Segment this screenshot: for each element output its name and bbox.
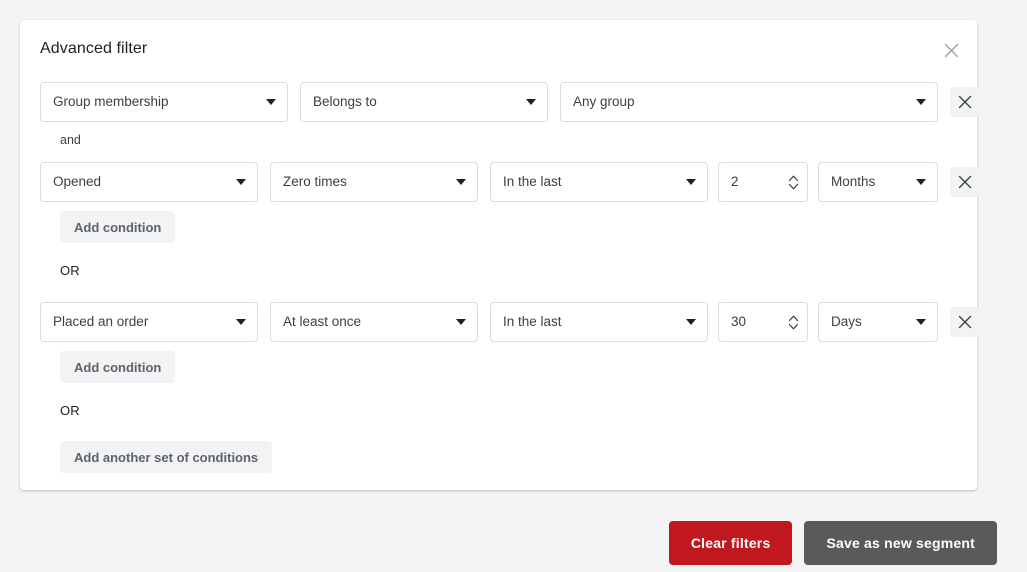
- condition-field-frequency[interactable]: At least once: [270, 302, 478, 342]
- add-another-set-button[interactable]: Add another set of conditions: [60, 441, 273, 473]
- field-value: Opened: [53, 174, 102, 189]
- close-icon[interactable]: [939, 38, 963, 62]
- remove-condition-button[interactable]: [950, 87, 980, 117]
- condition-field-frequency[interactable]: Zero times: [270, 162, 478, 202]
- condition-field-unit[interactable]: Days: [818, 302, 938, 342]
- condition-connector-and: and: [60, 133, 81, 147]
- chevron-down-icon: [235, 176, 247, 188]
- advanced-filter-page: Advanced filter Group membership Belongs…: [0, 0, 1027, 572]
- field-value: Months: [831, 174, 876, 189]
- add-condition-button[interactable]: Add condition: [60, 351, 176, 383]
- condition-row: Placed an order At least once In the las…: [40, 302, 980, 342]
- group-connector-or: OR: [60, 263, 80, 278]
- group-connector-or: OR: [60, 403, 80, 418]
- chevron-down-icon: [455, 176, 467, 188]
- dialog-footer: Clear filters Save as new segment: [0, 520, 1027, 566]
- field-value: Placed an order: [53, 314, 149, 329]
- save-as-new-segment-button[interactable]: Save as new segment: [804, 521, 997, 565]
- field-value: Any group: [573, 94, 635, 109]
- condition-field-attribute[interactable]: Opened: [40, 162, 258, 202]
- condition-row: Opened Zero times In the last 2 Months: [40, 162, 980, 202]
- field-value: In the last: [503, 314, 562, 329]
- chevron-down-icon: [455, 316, 467, 328]
- condition-field-unit[interactable]: Months: [818, 162, 938, 202]
- stepper-updown-icon[interactable]: [787, 174, 799, 190]
- chevron-down-icon: [525, 96, 537, 108]
- add-condition-button[interactable]: Add condition: [60, 211, 176, 243]
- field-value: At least once: [283, 314, 362, 329]
- field-value: Belongs to: [313, 94, 377, 109]
- remove-condition-button[interactable]: [950, 167, 980, 197]
- condition-field-operator[interactable]: Belongs to: [300, 82, 548, 122]
- field-value: Zero times: [283, 174, 347, 189]
- condition-field-attribute[interactable]: Group membership: [40, 82, 288, 122]
- chevron-down-icon: [685, 316, 697, 328]
- condition-field-attribute[interactable]: Placed an order: [40, 302, 258, 342]
- clear-filters-button[interactable]: Clear filters: [668, 521, 793, 565]
- condition-field-amount[interactable]: 30: [718, 302, 808, 342]
- condition-field-timeframe[interactable]: In the last: [490, 162, 708, 202]
- chevron-down-icon: [265, 96, 277, 108]
- condition-field-value[interactable]: Any group: [560, 82, 938, 122]
- quantity-stepper-value: 2: [731, 174, 739, 189]
- page-title: Advanced filter: [40, 40, 148, 57]
- field-value: Group membership: [53, 94, 169, 109]
- chevron-down-icon: [235, 316, 247, 328]
- advanced-filter-dialog: Advanced filter Group membership Belongs…: [20, 20, 980, 490]
- chevron-down-icon: [685, 176, 697, 188]
- condition-field-amount[interactable]: 2: [718, 162, 808, 202]
- field-value: Days: [831, 314, 862, 329]
- field-value: In the last: [503, 174, 562, 189]
- stepper-updown-icon[interactable]: [787, 314, 799, 330]
- remove-condition-button[interactable]: [950, 307, 980, 337]
- chevron-down-icon: [915, 316, 927, 328]
- chevron-down-icon: [915, 176, 927, 188]
- quantity-stepper-value: 30: [731, 314, 747, 329]
- chevron-down-icon: [915, 96, 927, 108]
- condition-row: Group membership Belongs to Any group: [40, 82, 980, 122]
- condition-field-timeframe[interactable]: In the last: [490, 302, 708, 342]
